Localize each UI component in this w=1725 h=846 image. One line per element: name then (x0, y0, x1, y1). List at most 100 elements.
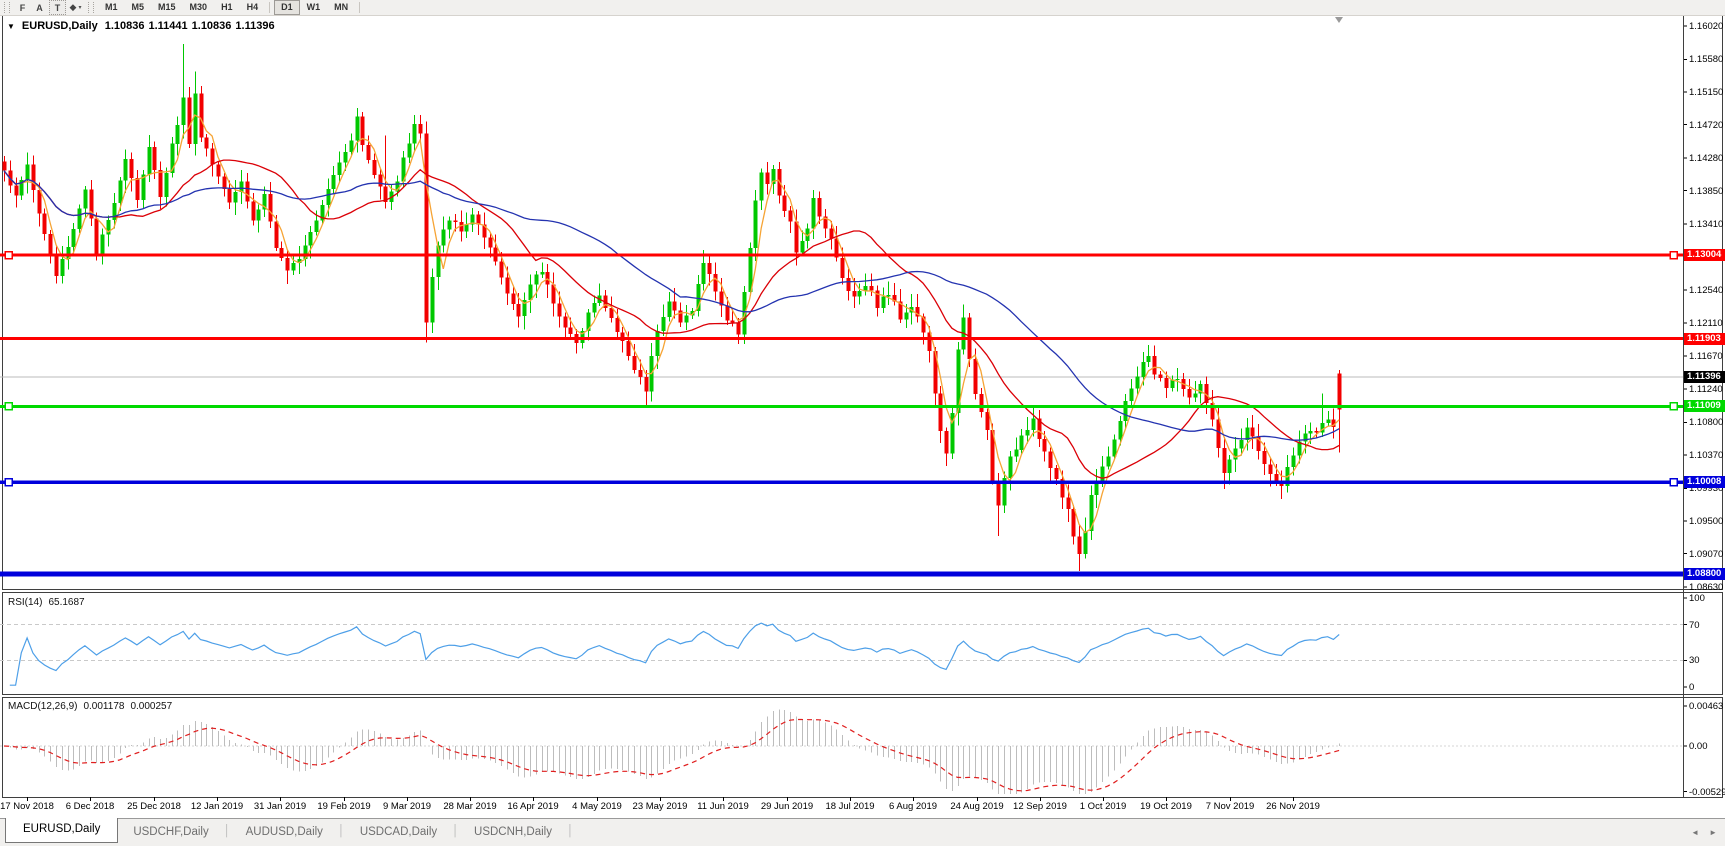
text-tool-icon[interactable]: T (49, 0, 66, 15)
timeframe-button-m1[interactable]: M1 (98, 0, 125, 15)
date-tick-label: 6 Dec 2018 (66, 801, 115, 812)
rsi-tick-label: 70 (1689, 620, 1700, 631)
tab-scroll-left-icon[interactable]: ◄ (1691, 828, 1699, 837)
hline-1.13004[interactable] (0, 252, 1683, 259)
toolbar-separator-end (359, 2, 360, 13)
arrow-tools-icon[interactable]: ◆▾ (68, 1, 83, 14)
price-tick-label: 1.15580 (1689, 54, 1723, 65)
timeframe-button-m30[interactable]: M30 (183, 0, 215, 15)
ohlc-open: 1.10836 (105, 20, 145, 32)
macd-indicator-label: MACD(12,26,9) 0.001178 0.000257 (8, 701, 172, 712)
price-tick-label: 1.12540 (1689, 285, 1723, 296)
hline-handle (1670, 403, 1677, 410)
rsi-line (10, 623, 1339, 685)
chart-shift-marker-icon[interactable] (1335, 17, 1343, 23)
price-tick-label: 1.08630 (1689, 582, 1723, 593)
hline-1.11009[interactable] (0, 403, 1683, 410)
timeframe-button-m5[interactable]: M5 (125, 0, 152, 15)
date-tick-label: 31 Jan 2019 (254, 801, 306, 812)
price-tick-label: 1.12110 (1689, 318, 1723, 329)
rsi-tick-label: 0 (1689, 682, 1694, 693)
macd-tick-label: 0.00 (1689, 741, 1708, 752)
font-tool-icon[interactable]: A (32, 1, 47, 14)
timeframe-button-m15[interactable]: M15 (151, 0, 183, 15)
date-tick-label: 1 Oct 2019 (1080, 801, 1126, 812)
hline-price-label: 1.08800 (1684, 568, 1725, 580)
macd-name: MACD(12,26,9) (8, 701, 77, 712)
rsi-indicator-label: RSI(14) 65.1687 (8, 597, 85, 608)
hline-handle (5, 479, 12, 486)
hline-handle (1670, 479, 1677, 486)
chart-tab-usdcad[interactable]: USDCAD,Daily (345, 819, 452, 846)
moving-average-4 (4, 115, 1339, 533)
macd-signal-value: 0.000257 (130, 701, 172, 712)
macd-main-value: 0.001178 (83, 701, 124, 712)
timeframe-button-d1[interactable]: D1 (274, 0, 300, 15)
date-tick-label: 26 Nov 2019 (1266, 801, 1320, 812)
price-tick-label: 1.13850 (1689, 186, 1723, 197)
date-tick-label: 24 Aug 2019 (950, 801, 1003, 812)
date-tick-label: 19 Oct 2019 (1140, 801, 1192, 812)
ohlc-low: 1.10836 (192, 20, 232, 32)
date-tick-label: 23 May 2019 (633, 801, 688, 812)
chart-tab-usdchf[interactable]: USDCHF,Daily (118, 819, 223, 846)
date-tick-label: 6 Aug 2019 (889, 801, 937, 812)
hline-price-label: 1.10008 (1684, 476, 1725, 488)
date-tick-label: 28 Mar 2019 (443, 801, 496, 812)
dropdown-caret-icon[interactable]: ▾ (78, 4, 81, 11)
current-price-label: 1.11396 (1684, 371, 1725, 383)
panel-splitter-macd[interactable] (2, 694, 1723, 698)
price-tick-label: 1.09070 (1689, 549, 1723, 560)
date-tick-label: 12 Jan 2019 (191, 801, 243, 812)
panel-splitter-rsi[interactable] (2, 589, 1723, 593)
chart-canvas[interactable] (0, 0, 1725, 846)
moving-average-45 (4, 171, 1339, 441)
chart-title-caret-icon[interactable]: ▼ (7, 22, 15, 31)
price-tick-label: 1.16020 (1689, 21, 1723, 32)
date-tick-label: 17 Nov 2018 (0, 801, 54, 812)
price-tick-label: 1.11240 (1689, 384, 1723, 395)
date-tick-label: 4 May 2019 (572, 801, 622, 812)
chart-template-f-icon[interactable]: F (15, 1, 30, 14)
macd-tick-label: -0.00529 (1689, 787, 1725, 798)
price-tick-label: 1.14280 (1689, 153, 1723, 164)
timeframe-button-mn[interactable]: MN (327, 0, 355, 15)
timeframe-button-h1[interactable]: H1 (214, 0, 240, 15)
toolbar-grip[interactable] (4, 2, 10, 13)
toolbar-grip-2[interactable] (88, 2, 94, 13)
price-tick-label: 1.11670 (1689, 351, 1723, 362)
price-tick-label: 1.14720 (1689, 120, 1723, 131)
hline-1.10008[interactable] (0, 479, 1683, 486)
hline-price-label: 1.11903 (1684, 333, 1725, 345)
hline-price-label: 1.13004 (1684, 249, 1725, 261)
chart-tab-audusd[interactable]: AUDUSD,Daily (231, 819, 338, 846)
price-tick-label: 1.15150 (1689, 87, 1723, 98)
hline-handle (5, 252, 12, 259)
tab-scroll-right-icon[interactable]: ► (1709, 828, 1717, 837)
date-tick-label: 12 Sep 2019 (1013, 801, 1067, 812)
date-tick-label: 25 Dec 2018 (127, 801, 181, 812)
chart-tab-eurusd[interactable]: EURUSD,Daily (5, 818, 118, 843)
timeframe-button-h4[interactable]: H4 (240, 0, 266, 15)
chart-symbol-period: EURUSD,Daily (22, 20, 98, 32)
macd-histogram (5, 709, 1340, 794)
toolbar-separator (269, 2, 270, 13)
tab-separator: │ (452, 819, 459, 846)
ohlc-close: 1.11396 (235, 20, 274, 32)
hline-handle (5, 403, 12, 410)
tab-separator: │ (224, 819, 231, 846)
ohlc-high: 1.11441 (148, 20, 187, 32)
date-tick-label: 29 Jun 2019 (761, 801, 813, 812)
price-tick-label: 1.10370 (1689, 450, 1723, 461)
date-tick-label: 18 Jul 2019 (825, 801, 874, 812)
rsi-name: RSI(14) (8, 597, 42, 608)
rsi-tick-label: 30 (1689, 655, 1700, 666)
tab-separator: │ (338, 819, 345, 846)
macd-tick-label: 0.00463 (1689, 701, 1723, 712)
chart-tab-usdcnh[interactable]: USDCNH,Daily (459, 819, 567, 846)
timeframe-button-w1[interactable]: W1 (300, 0, 328, 15)
tab-separator: │ (567, 819, 574, 846)
hline-price-label: 1.11009 (1684, 400, 1725, 412)
price-tick-label: 1.10800 (1689, 417, 1723, 428)
top-toolbar: FAT◆▾ M1M5M15M30H1H4 D1W1MN (0, 0, 1725, 16)
